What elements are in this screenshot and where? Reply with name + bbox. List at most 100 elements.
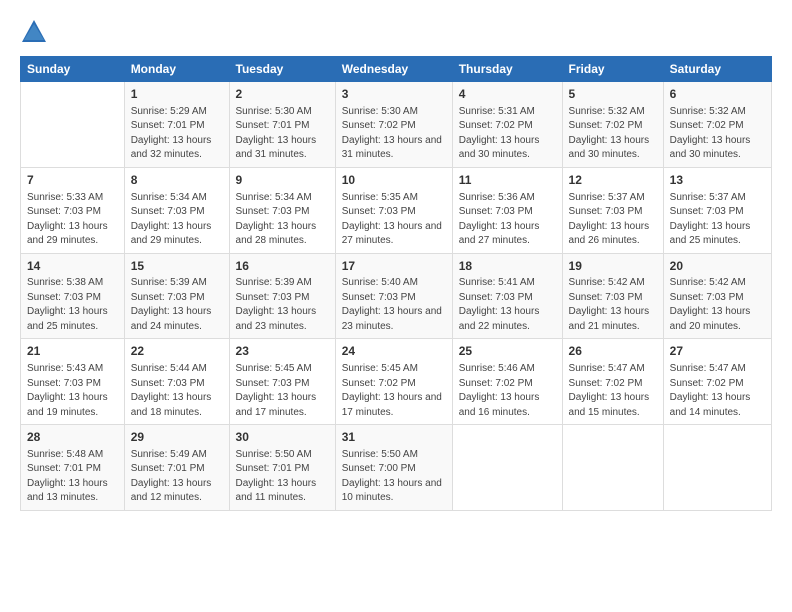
calendar-cell: 16Sunrise: 5:39 AMSunset: 7:03 PMDayligh… [229,253,335,339]
day-number: 19 [569,258,657,275]
day-number: 15 [131,258,223,275]
day-number: 13 [670,172,765,189]
day-number: 16 [236,258,329,275]
calendar-cell: 6Sunrise: 5:32 AMSunset: 7:02 PMDaylight… [663,82,771,168]
calendar-cell: 13 Sunrise: 5:37 AMSunset: 7:03 PMDayligh… [663,167,771,253]
column-header-monday: Monday [124,57,229,82]
day-number: 9 [236,172,329,189]
cell-content: Sunrise: 5:29 AMSunset: 7:01 PMDaylight:… [131,105,223,163]
calendar-cell: 7 Sunrise: 5:33 AMSunset: 7:03 PMDaylight… [21,167,125,253]
cell-content: Sunrise: 5:30 AMSunset: 7:01 PMDaylight:… [236,105,329,163]
cell-content: Sunrise: 5:45 AMSunset: 7:03 PMDaylight:… [236,362,329,420]
week-row-4: 21Sunrise: 5:43 AMSunset: 7:03 PMDayligh… [21,339,772,425]
calendar-cell: 4 Sunrise: 5:31 AMSunset: 7:02 PMDaylight… [452,82,562,168]
calendar-cell: 5 Sunrise: 5:32 AMSunset: 7:02 PMDaylight… [562,82,663,168]
day-number: 24 [342,343,446,360]
logo-icon [20,18,48,46]
cell-content: Sunrise: 5:40 AMSunset: 7:03 PMDaylight:… [342,276,446,334]
day-number: 8 [131,172,223,189]
day-number: 18 [459,258,556,275]
day-number: 20 [670,258,765,275]
calendar-cell: 26 Sunrise: 5:47 AMSunset: 7:02 PMDayligh… [562,339,663,425]
cell-content: Sunrise: 5:34 AMSunset: 7:03 PMDaylight:… [131,191,223,249]
calendar-cell: 1 Sunrise: 5:29 AMSunset: 7:01 PMDaylight… [124,82,229,168]
day-number: 1 [131,86,223,103]
calendar-cell: 18Sunrise: 5:41 AMSunset: 7:03 PMDayligh… [452,253,562,339]
day-number: 10 [342,172,446,189]
day-number: 12 [569,172,657,189]
cell-content: Sunrise: 5:34 AMSunset: 7:03 PMDaylight:… [236,191,329,249]
cell-content: Sunrise: 5:50 AMSunset: 7:00 PMDaylight:… [342,448,446,506]
header [20,18,772,46]
calendar-cell: 20Sunrise: 5:42 AMSunset: 7:03 PMDayligh… [663,253,771,339]
day-number: 31 [342,429,446,446]
calendar-cell: 9 Sunrise: 5:34 AMSunset: 7:03 PMDaylight… [229,167,335,253]
cell-content: Sunrise: 5:37 AMSunset: 7:03 PMDaylight:… [569,191,657,249]
cell-content: Sunrise: 5:33 AMSunset: 7:03 PMDaylight:… [27,191,118,249]
cell-content: Sunrise: 5:50 AMSunset: 7:01 PMDaylight:… [236,448,329,506]
cell-content: Sunrise: 5:48 AMSunset: 7:01 PMDaylight:… [27,448,118,506]
week-row-5: 28 Sunrise: 5:48 AMSunset: 7:01 PMDayligh… [21,425,772,511]
column-header-sunday: Sunday [21,57,125,82]
day-number: 4 [459,86,556,103]
calendar-cell: 14Sunrise: 5:38 AMSunset: 7:03 PMDayligh… [21,253,125,339]
calendar-cell [562,425,663,511]
cell-content: Sunrise: 5:35 AMSunset: 7:03 PMDaylight:… [342,191,446,249]
cell-content: Sunrise: 5:41 AMSunset: 7:03 PMDaylight:… [459,276,556,334]
cell-content: Sunrise: 5:47 AMSunset: 7:02 PMDaylight:… [569,362,657,420]
day-number: 22 [131,343,223,360]
cell-content: Sunrise: 5:49 AMSunset: 7:01 PMDaylight:… [131,448,223,506]
calendar-cell: 30Sunrise: 5:50 AMSunset: 7:01 PMDayligh… [229,425,335,511]
calendar-cell: 12 Sunrise: 5:37 AMSunset: 7:03 PMDayligh… [562,167,663,253]
cell-content: Sunrise: 5:30 AMSunset: 7:02 PMDaylight:… [342,105,446,163]
cell-content: Sunrise: 5:46 AMSunset: 7:02 PMDaylight:… [459,362,556,420]
cell-content: Sunrise: 5:42 AMSunset: 7:03 PMDaylight:… [569,276,657,334]
day-number: 25 [459,343,556,360]
cell-content: Sunrise: 5:43 AMSunset: 7:03 PMDaylight:… [27,362,118,420]
cell-content: Sunrise: 5:31 AMSunset: 7:02 PMDaylight:… [459,105,556,163]
column-header-friday: Friday [562,57,663,82]
calendar-cell: 8 Sunrise: 5:34 AMSunset: 7:03 PMDaylight… [124,167,229,253]
calendar-header-row: SundayMondayTuesdayWednesdayThursdayFrid… [21,57,772,82]
cell-content: Sunrise: 5:45 AMSunset: 7:02 PMDaylight:… [342,362,446,420]
day-number: 5 [569,86,657,103]
day-number: 26 [569,343,657,360]
day-number: 27 [670,343,765,360]
day-number: 23 [236,343,329,360]
calendar-cell: 25 Sunrise: 5:46 AMSunset: 7:02 PMDayligh… [452,339,562,425]
column-header-tuesday: Tuesday [229,57,335,82]
calendar-cell: 21Sunrise: 5:43 AMSunset: 7:03 PMDayligh… [21,339,125,425]
calendar-cell: 19Sunrise: 5:42 AMSunset: 7:03 PMDayligh… [562,253,663,339]
cell-content: Sunrise: 5:36 AMSunset: 7:03 PMDaylight:… [459,191,556,249]
week-row-1: 1 Sunrise: 5:29 AMSunset: 7:01 PMDaylight… [21,82,772,168]
week-row-3: 14Sunrise: 5:38 AMSunset: 7:03 PMDayligh… [21,253,772,339]
cell-content: Sunrise: 5:47 AMSunset: 7:02 PMDaylight:… [670,362,765,420]
cell-content: Sunrise: 5:37 AMSunset: 7:03 PMDaylight:… [670,191,765,249]
calendar-cell: 24 Sunrise: 5:45 AMSunset: 7:02 PMDayligh… [335,339,452,425]
calendar-cell: 2Sunrise: 5:30 AMSunset: 7:01 PMDaylight… [229,82,335,168]
column-header-thursday: Thursday [452,57,562,82]
day-number: 14 [27,258,118,275]
calendar-cell: 31 Sunrise: 5:50 AMSunset: 7:00 PMDayligh… [335,425,452,511]
calendar-cell: 17Sunrise: 5:40 AMSunset: 7:03 PMDayligh… [335,253,452,339]
day-number: 11 [459,172,556,189]
day-number: 28 [27,429,118,446]
day-number: 3 [342,86,446,103]
day-number: 6 [670,86,765,103]
calendar-cell: 29 Sunrise: 5:49 AMSunset: 7:01 PMDayligh… [124,425,229,511]
calendar-cell: 11 Sunrise: 5:36 AMSunset: 7:03 PMDayligh… [452,167,562,253]
cell-content: Sunrise: 5:39 AMSunset: 7:03 PMDaylight:… [236,276,329,334]
calendar-cell: 22Sunrise: 5:44 AMSunset: 7:03 PMDayligh… [124,339,229,425]
cell-content: Sunrise: 5:38 AMSunset: 7:03 PMDaylight:… [27,276,118,334]
calendar-cell: 15Sunrise: 5:39 AMSunset: 7:03 PMDayligh… [124,253,229,339]
day-number: 7 [27,172,118,189]
calendar-cell: 27 Sunrise: 5:47 AMSunset: 7:02 PMDayligh… [663,339,771,425]
calendar-cell [21,82,125,168]
cell-content: Sunrise: 5:42 AMSunset: 7:03 PMDaylight:… [670,276,765,334]
logo [20,18,52,46]
cell-content: Sunrise: 5:32 AMSunset: 7:02 PMDaylight:… [569,105,657,163]
day-number: 29 [131,429,223,446]
calendar-cell: 3 Sunrise: 5:30 AMSunset: 7:02 PMDaylight… [335,82,452,168]
page: SundayMondayTuesdayWednesdayThursdayFrid… [0,0,792,612]
cell-content: Sunrise: 5:39 AMSunset: 7:03 PMDaylight:… [131,276,223,334]
